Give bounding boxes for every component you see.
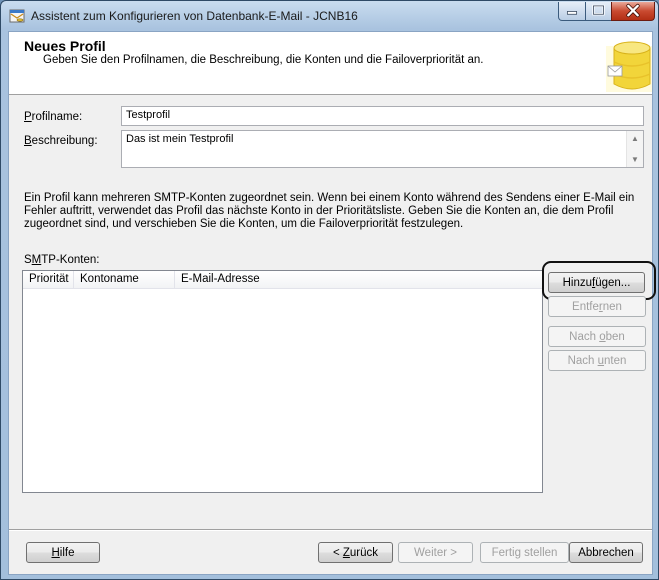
cancel-button[interactable]: Abbrechen	[569, 542, 643, 563]
smtp-accounts-list[interactable]: Priorität Kontoname E-Mail-Adresse	[22, 270, 543, 493]
scroll-down-icon[interactable]: ▼	[631, 155, 639, 164]
profile-name-input[interactable]: Testprofil	[121, 106, 644, 126]
remove-button[interactable]: Entfernen	[548, 296, 646, 317]
move-up-button-pre: Nach	[569, 331, 600, 343]
description-scrollbar[interactable]: ▲ ▼	[626, 131, 643, 167]
description-value: Das ist mein Testprofil	[126, 133, 234, 145]
footer-separator	[9, 529, 652, 531]
minimize-icon	[566, 11, 578, 15]
description-label-accel: B	[24, 135, 32, 147]
database-icon	[606, 41, 652, 92]
remove-button-post: nen	[602, 301, 622, 313]
smtp-label-pre: S	[24, 254, 32, 266]
smtp-label-post: TP-Konten:	[41, 254, 100, 266]
description-label-text: eschreibung:	[31, 135, 98, 147]
smtp-accounts-label: SMTP-Konten:	[24, 254, 99, 266]
page-subtitle: Geben Sie den Profilnamen, die Beschreib…	[43, 54, 484, 66]
back-button-post: urück	[349, 547, 379, 559]
list-header: Priorität Kontoname E-Mail-Adresse	[23, 271, 542, 289]
database-mail-icon	[9, 9, 25, 23]
back-button[interactable]: < Zurück	[318, 542, 393, 563]
column-header-account-name[interactable]: Kontoname	[74, 271, 175, 288]
title-bar[interactable]: Assistent zum Konfigurieren von Datenban…	[1, 1, 658, 31]
close-icon	[626, 3, 640, 18]
wizard-client-area: Neues Profil Geben Sie den Profilnamen, …	[8, 31, 656, 575]
column-header-email[interactable]: E-Mail-Adresse	[175, 271, 542, 288]
window-title: Assistent zum Konfigurieren von Datenban…	[31, 9, 358, 23]
next-button[interactable]: Weiter >	[398, 542, 473, 563]
page-title: Neues Profil	[24, 38, 106, 54]
add-button-post: ügen...	[595, 277, 631, 289]
profile-name-label: Profilname:	[24, 111, 82, 123]
description-label: Beschreibung:	[24, 135, 98, 147]
maximize-button[interactable]	[585, 2, 612, 21]
info-text: Ein Profil kann mehreren SMTP-Konten zug…	[24, 192, 635, 230]
profile-name-value: Testprofil	[126, 109, 171, 121]
description-textarea[interactable]: Das ist mein Testprofil ▲ ▼	[121, 130, 644, 168]
finish-button[interactable]: Fertig stellen	[480, 542, 569, 563]
help-button-post: ilfe	[59, 547, 75, 559]
profile-name-label-accel: P	[24, 111, 32, 123]
move-down-button-pre: Nach	[567, 355, 598, 367]
wizard-header: Neues Profil Geben Sie den Profilnamen, …	[9, 32, 652, 95]
minimize-button[interactable]	[558, 2, 586, 21]
move-down-button-post: nten	[604, 355, 627, 367]
back-button-accel: Z	[342, 547, 350, 559]
maximize-icon	[592, 4, 605, 16]
remove-button-pre: Entfe	[572, 301, 599, 313]
add-button-pre: Hinzu	[562, 277, 593, 289]
move-up-button[interactable]: Nach oben	[548, 326, 646, 347]
back-button-pre: <	[332, 547, 343, 559]
scroll-up-icon[interactable]: ▲	[631, 134, 639, 143]
close-button[interactable]	[611, 2, 655, 21]
help-button-accel: H	[51, 547, 60, 559]
column-header-priority[interactable]: Priorität	[23, 271, 74, 288]
help-button[interactable]: Hilfe	[26, 542, 100, 563]
smtp-label-accel: M	[31, 254, 42, 266]
wizard-window: Assistent zum Konfigurieren von Datenban…	[0, 0, 659, 580]
profile-name-label-text: rofilname:	[31, 111, 83, 123]
move-up-button-post: ben	[605, 331, 625, 343]
add-button[interactable]: Hinzufügen...	[548, 272, 645, 293]
move-down-button[interactable]: Nach unten	[548, 350, 646, 371]
